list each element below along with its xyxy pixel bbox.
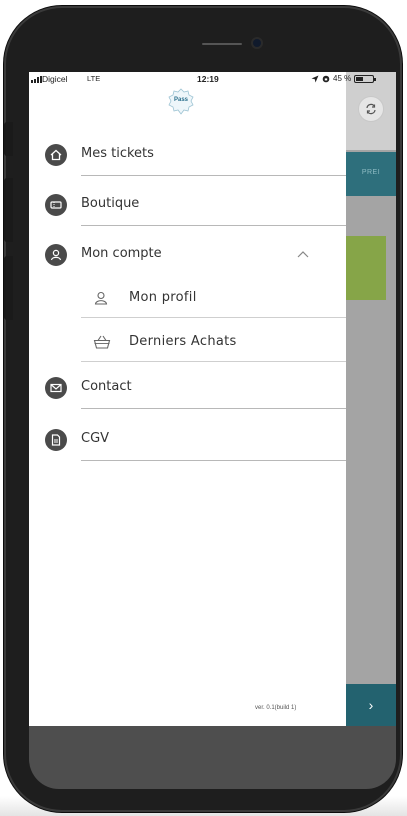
divider [81, 225, 346, 226]
submenu-item-derniers-achats[interactable]: Derniers Achats [29, 324, 346, 362]
earpiece-speaker [202, 43, 242, 45]
logo-text: Pass [173, 97, 188, 103]
menu-item-cgv[interactable]: CGV [29, 421, 346, 461]
status-time: 12:19 [197, 74, 219, 84]
refresh-button[interactable] [358, 96, 384, 122]
app-version: ver. 0.1(build 1) [255, 705, 297, 711]
background-app-scrim[interactable]: PREI › [346, 72, 396, 726]
signal-strength-icon [31, 76, 42, 83]
location-arrow-icon [311, 75, 319, 82]
background-green-card [346, 236, 386, 300]
network-type: LTE [87, 74, 101, 83]
phone-screen: PREI › Pass Mes tickets Boutique Mon com… [29, 72, 396, 726]
menu-item-mes-tickets[interactable]: Mes tickets [29, 136, 346, 176]
volume-up-button [4, 178, 13, 242]
divider [81, 175, 346, 176]
menu-item-label: CGV [81, 431, 110, 446]
battery-percent: 45 % [333, 74, 352, 83]
menu-item-label: Mon compte [81, 246, 162, 261]
menu-item-label: Boutique [81, 196, 140, 211]
divider [81, 460, 346, 461]
status-bar: Digicel LTE 12:19 45 % [29, 72, 396, 88]
background-banner-text: PREI [361, 169, 381, 176]
menu-item-mon-compte[interactable]: Mon compte [29, 236, 346, 276]
phone-chin [29, 726, 396, 789]
menu-item-label: Mes tickets [81, 146, 154, 161]
app-logo: Pass [167, 88, 195, 116]
divider [81, 408, 346, 409]
mute-switch [4, 122, 13, 156]
chevron-up-icon[interactable] [297, 250, 309, 258]
orientation-lock-icon [322, 75, 330, 82]
battery-level [356, 76, 364, 81]
submenu-item-label: Derniers Achats [129, 334, 237, 349]
refresh-icon [366, 103, 376, 115]
status-right: 45 % [311, 74, 377, 83]
submenu-item-mon-profil[interactable]: Mon profil [29, 280, 346, 318]
menu-item-boutique[interactable]: Boutique [29, 186, 346, 226]
volume-down-button [4, 256, 13, 320]
user-icon [45, 244, 67, 266]
divider [81, 317, 346, 318]
document-icon [45, 429, 67, 451]
front-camera [253, 39, 261, 47]
divider [81, 361, 346, 362]
mail-icon [45, 377, 67, 399]
menu-item-contact[interactable]: Contact [29, 369, 346, 409]
menu-item-label: Contact [81, 379, 132, 394]
next-button[interactable]: › [346, 684, 396, 726]
battery-icon [354, 74, 377, 83]
carrier-name: Digicel [42, 74, 68, 84]
ticket-icon [45, 194, 67, 216]
basket-icon [93, 335, 111, 349]
user-outline-icon [94, 291, 108, 305]
navigation-drawer: Pass Mes tickets Boutique Mon compte Mon… [29, 72, 346, 726]
submenu-item-label: Mon profil [129, 290, 197, 305]
home-icon [45, 144, 67, 166]
